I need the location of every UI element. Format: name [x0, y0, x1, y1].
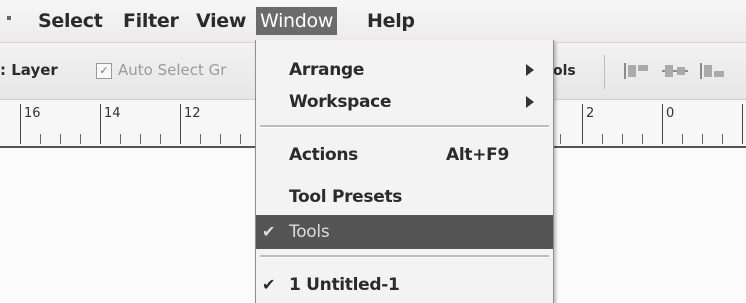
menu-separator [260, 125, 549, 128]
checkmark-icon: ✔ [262, 275, 276, 294]
window-menu-dropdown: Arrange Workspace Actions Alt+F9 Tool Pr… [255, 40, 554, 303]
align-top-icon[interactable] [624, 61, 652, 81]
menu-window[interactable]: Window [256, 7, 338, 35]
align-bottom-icon[interactable] [700, 61, 728, 81]
align-buttons [624, 61, 728, 81]
chevron-right-icon [526, 96, 534, 108]
ruler-label: 12 [184, 106, 201, 121]
ruler-label: 0 [666, 106, 675, 121]
checkmark-icon: ✓ [99, 64, 109, 77]
menu-item-label: Actions [289, 145, 358, 165]
menu-item-label: Workspace [289, 92, 392, 112]
menu-item-label: Tool Presets [289, 187, 403, 207]
menu-separator [260, 255, 549, 258]
menu-item-actions[interactable]: Actions Alt+F9 [256, 138, 553, 172]
menu-item-label: Arrange [289, 60, 365, 80]
menu-item-shortcut: Alt+F9 [446, 145, 509, 165]
menu-bar: Select Filter View Window Help [0, 0, 746, 43]
menu-item-workspace[interactable]: Workspace [256, 85, 553, 119]
options-divider [604, 55, 605, 89]
checkmark-icon: ✔ [262, 222, 276, 241]
menu-select[interactable]: Select [38, 7, 103, 35]
layer-label: : Layer [0, 61, 58, 79]
menu-item-tools[interactable]: ✔ Tools [256, 215, 553, 249]
align-vcenter-icon[interactable] [662, 61, 690, 81]
photoshop-window: Select Filter View Window Help : Layer ✓… [0, 0, 746, 303]
menu-item-tool-presets[interactable]: Tool Presets [256, 180, 553, 214]
menu-item-label: Tools [289, 222, 330, 242]
menu-filter[interactable]: Filter [123, 7, 179, 35]
ruler-label: 16 [24, 106, 41, 121]
menu-view[interactable]: View [196, 7, 246, 35]
grip-dot-icon [7, 16, 11, 20]
chevron-right-icon [526, 64, 534, 76]
menu-item-untitled-1[interactable]: ✔ 1 Untitled-1 [256, 268, 553, 302]
menu-help[interactable]: Help [367, 7, 415, 35]
ruler-label: 2 [586, 106, 595, 121]
menu-item-label: 1 Untitled-1 [289, 275, 400, 295]
auto-select-checkbox[interactable]: ✓ [96, 63, 112, 79]
show-transform-controls-label: ols [553, 63, 576, 79]
ruler-label: 14 [104, 106, 121, 121]
menu-item-arrange[interactable]: Arrange [256, 53, 553, 87]
auto-select-label: Auto Select Gr [118, 61, 227, 79]
